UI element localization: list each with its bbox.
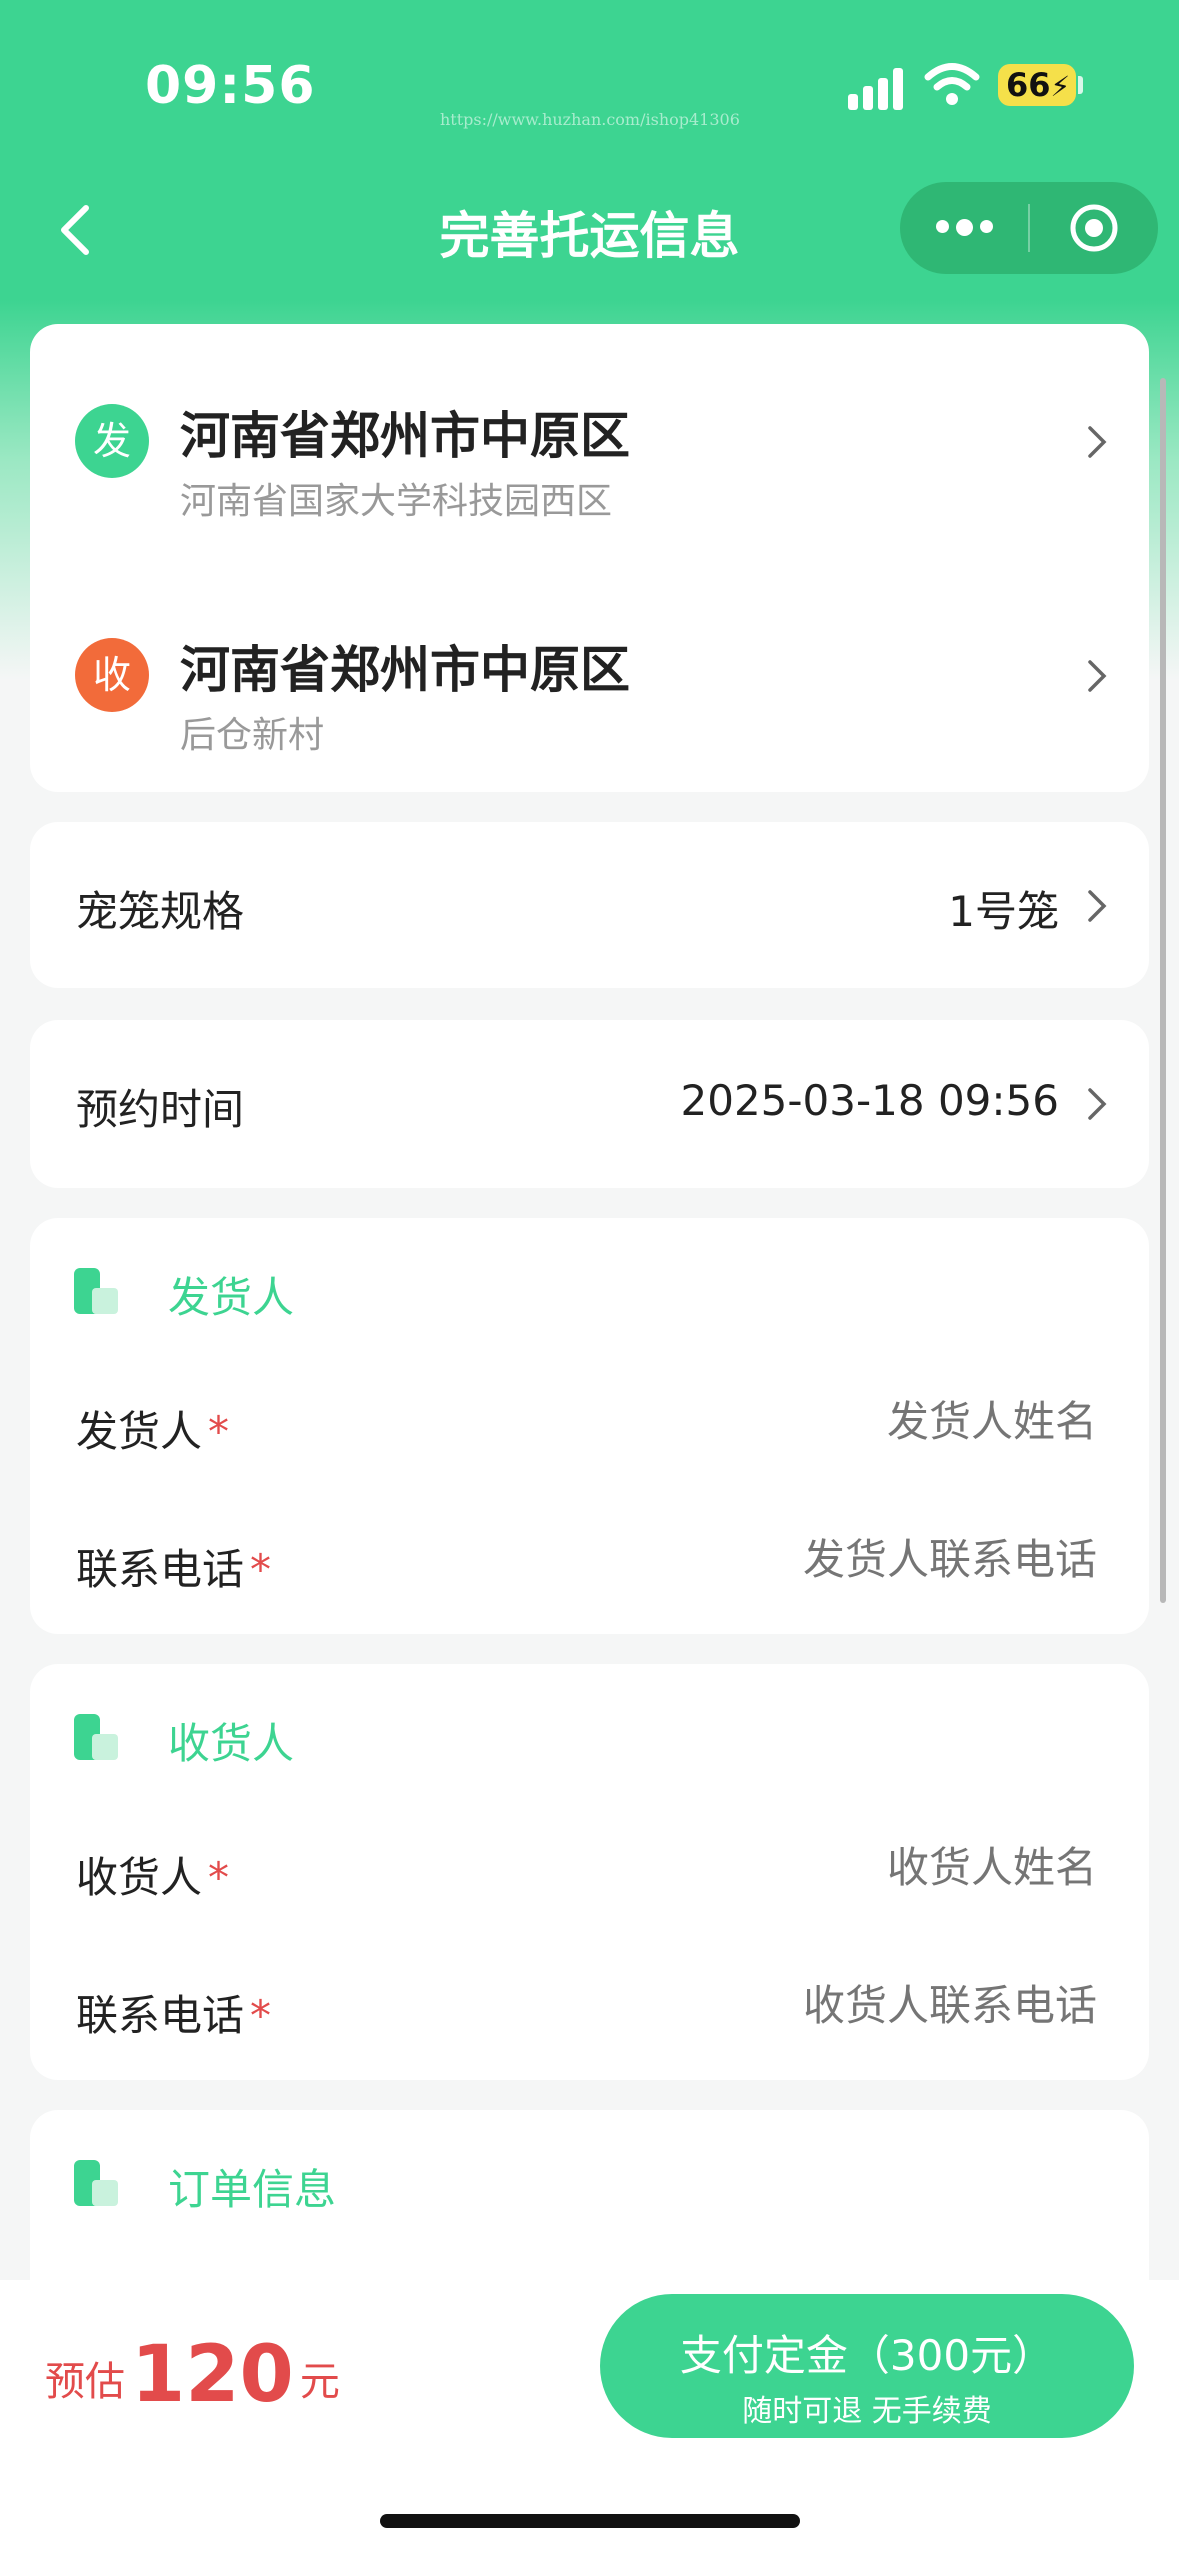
estimate-amount: 120	[131, 2330, 294, 2420]
home-indicator[interactable]	[380, 2514, 800, 2528]
chevron-right-icon	[1088, 660, 1107, 692]
status-bar: 09:56 66⚡ https://www.huzhan.com/ishop41…	[0, 0, 1179, 170]
estimate-unit: 元	[299, 2359, 340, 2405]
required-mark: *	[250, 1545, 272, 1594]
receive-badge: 收	[75, 638, 149, 712]
receiver-address-title: 河南省郑州市中原区	[180, 641, 630, 699]
receiver-section-title: 收货人	[168, 1719, 295, 1768]
chevron-right-icon	[1088, 426, 1107, 458]
cage-spec-value: 1号笼	[948, 887, 1059, 936]
receiver-name-label-text: 收货人	[76, 1853, 203, 1902]
estimate-prefix: 预估	[45, 2359, 125, 2405]
appointment-time-value: 2025-03-18 09:56	[680, 1076, 1059, 1125]
battery-level: 66	[1006, 66, 1051, 104]
mini-program-capsule	[900, 182, 1158, 274]
shipper-section-title: 发货人	[168, 1273, 295, 1322]
chevron-right-icon	[1088, 890, 1107, 922]
pay-deposit-subtitle: 随时可退 无手续费	[742, 2394, 992, 2429]
more-dots-icon[interactable]	[936, 218, 1000, 237]
receiver-phone-label-text: 联系电话	[76, 1991, 245, 2040]
cage-spec-row[interactable]: 宠笼规格 1号笼	[30, 822, 1149, 988]
cellular-signal-icon	[848, 66, 906, 110]
shipper-name-label: 发货人 *	[76, 1398, 229, 1459]
shipper-name-input[interactable]	[595, 1396, 1099, 1447]
capsule-divider	[1028, 204, 1030, 252]
shipper-section: 发货人 发货人* 联系电话*	[30, 1218, 1149, 1634]
estimated-price: 预估120 元	[45, 2330, 340, 2420]
chevron-right-icon	[1088, 1088, 1107, 1120]
pay-deposit-label: 支付定金（300元）	[679, 2331, 1055, 2380]
receiver-phone-label: 联系电话 *	[76, 1982, 271, 2043]
watermark-text: https://www.huzhan.com/ishop41306	[440, 110, 740, 129]
order-info-title: 订单信息	[168, 2165, 337, 2214]
required-mark: *	[208, 1853, 230, 1902]
battery-indicator: 66⚡	[998, 64, 1076, 106]
required-mark: *	[208, 1407, 230, 1456]
shipper-phone-label-text: 联系电话	[76, 1545, 245, 1594]
section-marker-icon	[74, 2160, 122, 2206]
cage-spec-label: 宠笼规格	[76, 887, 245, 936]
shipper-name-label-text: 发货人	[76, 1407, 203, 1456]
receiver-name-label: 收货人 *	[76, 1844, 229, 1905]
sender-address-detail: 河南省国家大学科技园西区	[180, 481, 613, 522]
receiver-address-row[interactable]: 收 河南省郑州市中原区 后仓新村	[30, 578, 1149, 778]
receiver-section: 收货人 收货人* 联系电话*	[30, 1664, 1149, 2080]
receiver-phone-input[interactable]	[595, 1980, 1099, 2031]
receiver-address-detail: 后仓新村	[180, 715, 325, 756]
sender-address-row[interactable]: 发 河南省郑州市中原区 河南省国家大学科技园西区	[30, 344, 1149, 544]
send-badge: 发	[75, 404, 149, 478]
shipper-phone-label: 联系电话 *	[76, 1536, 271, 1597]
status-time: 09:56	[145, 56, 316, 116]
address-card: 发 河南省郑州市中原区 河南省国家大学科技园西区 收 河南省郑州市中原区 后仓新…	[30, 324, 1149, 792]
wifi-icon	[924, 63, 980, 105]
scrollbar[interactable]	[1160, 378, 1166, 1603]
pay-deposit-button[interactable]: 支付定金（300元） 随时可退 无手续费	[600, 2294, 1134, 2438]
section-marker-icon	[74, 1268, 122, 1314]
target-circle-icon[interactable]	[1068, 202, 1120, 254]
appointment-time-label: 预约时间	[76, 1085, 245, 1134]
sender-address-title: 河南省郑州市中原区	[180, 407, 630, 465]
section-marker-icon	[74, 1714, 122, 1760]
battery-tip	[1078, 76, 1083, 94]
shipper-phone-input[interactable]	[595, 1534, 1099, 1585]
appointment-time-row[interactable]: 预约时间 2025-03-18 09:56	[30, 1020, 1149, 1188]
receiver-name-input[interactable]	[595, 1842, 1099, 1893]
required-mark: *	[250, 1991, 272, 2040]
